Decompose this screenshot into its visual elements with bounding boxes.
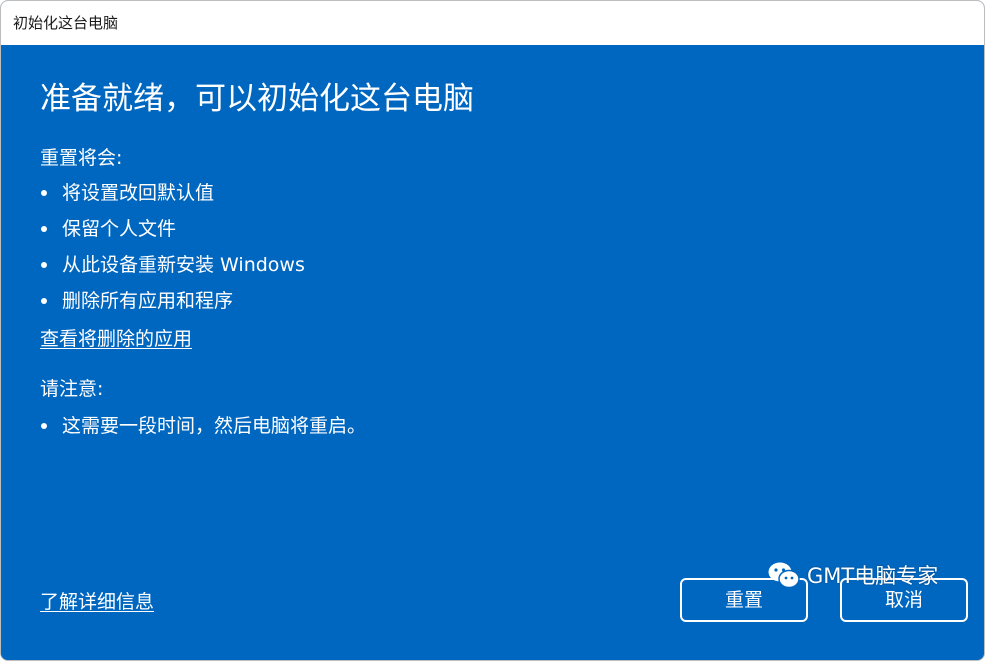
learn-more-link[interactable]: 了解详细信息 xyxy=(40,589,154,615)
window-title: 初始化这台电脑 xyxy=(13,14,119,32)
reset-will-label: 重置将会: xyxy=(40,147,123,169)
bullet-icon xyxy=(41,262,47,268)
reset-will-list: 将设置改回默认值 保留个人文件 从此设备重新安装 Windows 删除所有应用和… xyxy=(40,175,305,319)
list-item-text: 删除所有应用和程序 xyxy=(62,290,234,312)
note-label: 请注意: xyxy=(40,378,104,400)
list-item: 保留个人文件 xyxy=(40,211,305,247)
list-item: 删除所有应用和程序 xyxy=(40,283,305,319)
list-item: 将设置改回默认值 xyxy=(40,175,305,211)
title-bar: 初始化这台电脑 xyxy=(1,1,984,45)
bullet-icon xyxy=(41,226,47,232)
bullet-icon xyxy=(41,423,47,429)
page-title: 准备就绪，可以初始化这台电脑 xyxy=(40,81,474,117)
list-item-text: 这需要一段时间，然后电脑将重启。 xyxy=(62,415,367,437)
list-item: 从此设备重新安装 Windows xyxy=(40,247,305,283)
bullet-icon xyxy=(41,190,47,196)
list-item-text: 保留个人文件 xyxy=(62,218,177,240)
reset-pc-dialog: 初始化这台电脑 准备就绪，可以初始化这台电脑 重置将会: 将设置改回默认值 保留… xyxy=(0,0,985,661)
watermark: GMT电脑专家 xyxy=(767,557,938,593)
view-apps-link[interactable]: 查看将删除的应用 xyxy=(40,326,192,352)
list-item: 这需要一段时间，然后电脑将重启。 xyxy=(40,408,366,444)
list-item-text: 从此设备重新安装 Windows xyxy=(62,254,305,276)
wechat-logo-icon xyxy=(768,562,800,589)
list-item-text: 将设置改回默认值 xyxy=(62,182,215,204)
note-list: 这需要一段时间，然后电脑将重启。 xyxy=(40,408,366,444)
bullet-icon xyxy=(41,298,47,304)
watermark-text: GMT电脑专家 xyxy=(807,564,939,588)
